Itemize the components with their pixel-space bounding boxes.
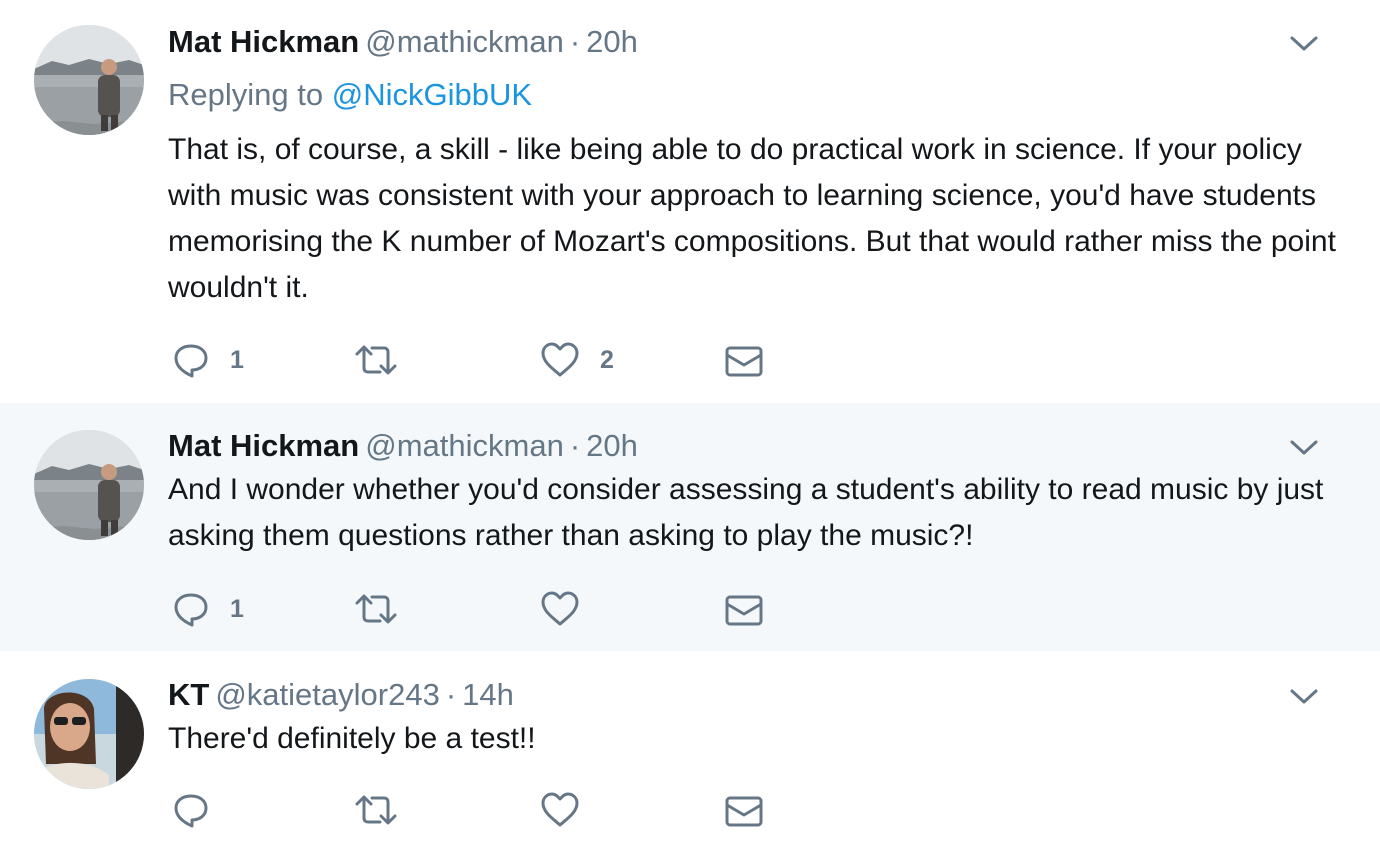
avatar[interactable] bbox=[34, 679, 144, 789]
chevron-down-icon[interactable] bbox=[1288, 687, 1320, 707]
author-name[interactable]: KT bbox=[168, 677, 209, 712]
direct-message-button[interactable] bbox=[724, 589, 764, 629]
author-name[interactable]: Mat Hickman bbox=[168, 24, 359, 59]
author-handle[interactable]: @mathickman bbox=[365, 428, 564, 463]
retweet-icon bbox=[355, 594, 397, 624]
reply-icon bbox=[174, 593, 208, 627]
envelope-icon bbox=[725, 796, 763, 827]
reply-icon bbox=[174, 794, 208, 828]
envelope-icon bbox=[725, 595, 763, 626]
tweet-header: KT @katietaylor243 · 14h bbox=[168, 677, 514, 713]
like-button[interactable] bbox=[540, 790, 600, 830]
like-button[interactable] bbox=[540, 589, 600, 629]
avatar-photo bbox=[34, 679, 144, 789]
reply-count: 1 bbox=[230, 345, 244, 374]
author-handle[interactable]: @mathickman bbox=[365, 24, 564, 59]
tweet-text: That is, of course, a skill - like being… bbox=[168, 133, 1336, 304]
replying-to: Replying to @NickGibbUK bbox=[168, 77, 532, 113]
retweet-button[interactable] bbox=[354, 790, 418, 830]
reply-count: 1 bbox=[230, 594, 244, 623]
direct-message-button[interactable] bbox=[724, 340, 764, 380]
reply-button[interactable]: 1 bbox=[172, 340, 244, 380]
separator-dot: · bbox=[569, 428, 581, 463]
tweet-header: Mat Hickman @mathickman · 20h bbox=[168, 428, 638, 464]
replying-to-label: Replying to bbox=[168, 77, 324, 112]
author-handle[interactable]: @katietaylor243 bbox=[215, 677, 439, 712]
avatar-photo bbox=[34, 430, 144, 540]
heart-icon bbox=[541, 342, 579, 377]
direct-message-button[interactable] bbox=[724, 790, 764, 830]
timestamp[interactable]: 20h bbox=[586, 428, 638, 463]
separator-dot: · bbox=[445, 677, 457, 712]
timestamp[interactable]: 20h bbox=[586, 24, 638, 59]
retweet-button[interactable] bbox=[354, 340, 418, 380]
tweet-header: Mat Hickman @mathickman · 20h bbox=[168, 24, 638, 60]
retweet-button[interactable] bbox=[354, 589, 418, 629]
tweet-actions: 1 bbox=[172, 589, 792, 629]
avatar[interactable] bbox=[34, 25, 144, 135]
tweet[interactable]: Mat Hickman @mathickman · 20h Replying to @… bbox=[0, 0, 1380, 403]
tweet-actions: 1 2 bbox=[172, 340, 792, 380]
tweet-text: And I wonder whether you'd consider asse… bbox=[168, 473, 1324, 552]
separator-dot: · bbox=[569, 24, 581, 59]
tweet-text: There'd definitely be a test!! bbox=[168, 722, 536, 755]
like-button[interactable]: 2 bbox=[540, 340, 614, 380]
reply-button[interactable]: 1 bbox=[172, 589, 244, 629]
heart-icon bbox=[541, 591, 579, 626]
chevron-down-icon[interactable] bbox=[1288, 34, 1320, 54]
mention-link[interactable]: @NickGibbUK bbox=[332, 77, 532, 112]
reply-button[interactable] bbox=[172, 790, 230, 830]
retweet-icon bbox=[355, 345, 397, 375]
chevron-down-icon[interactable] bbox=[1288, 438, 1320, 458]
heart-icon bbox=[541, 792, 579, 827]
envelope-icon bbox=[725, 346, 763, 377]
retweet-icon bbox=[355, 795, 397, 825]
tweet[interactable]: KT @katietaylor243 · 14h There'd definitely… bbox=[0, 651, 1380, 844]
timestamp[interactable]: 14h bbox=[462, 677, 514, 712]
reply-icon bbox=[174, 344, 208, 378]
author-name[interactable]: Mat Hickman bbox=[168, 428, 359, 463]
tweet[interactable]: Mat Hickman @mathickman · 20h And I wonder … bbox=[0, 403, 1380, 651]
tweet-actions bbox=[172, 790, 792, 830]
like-count: 2 bbox=[600, 345, 614, 374]
avatar-photo bbox=[34, 25, 144, 135]
avatar[interactable] bbox=[34, 430, 144, 540]
